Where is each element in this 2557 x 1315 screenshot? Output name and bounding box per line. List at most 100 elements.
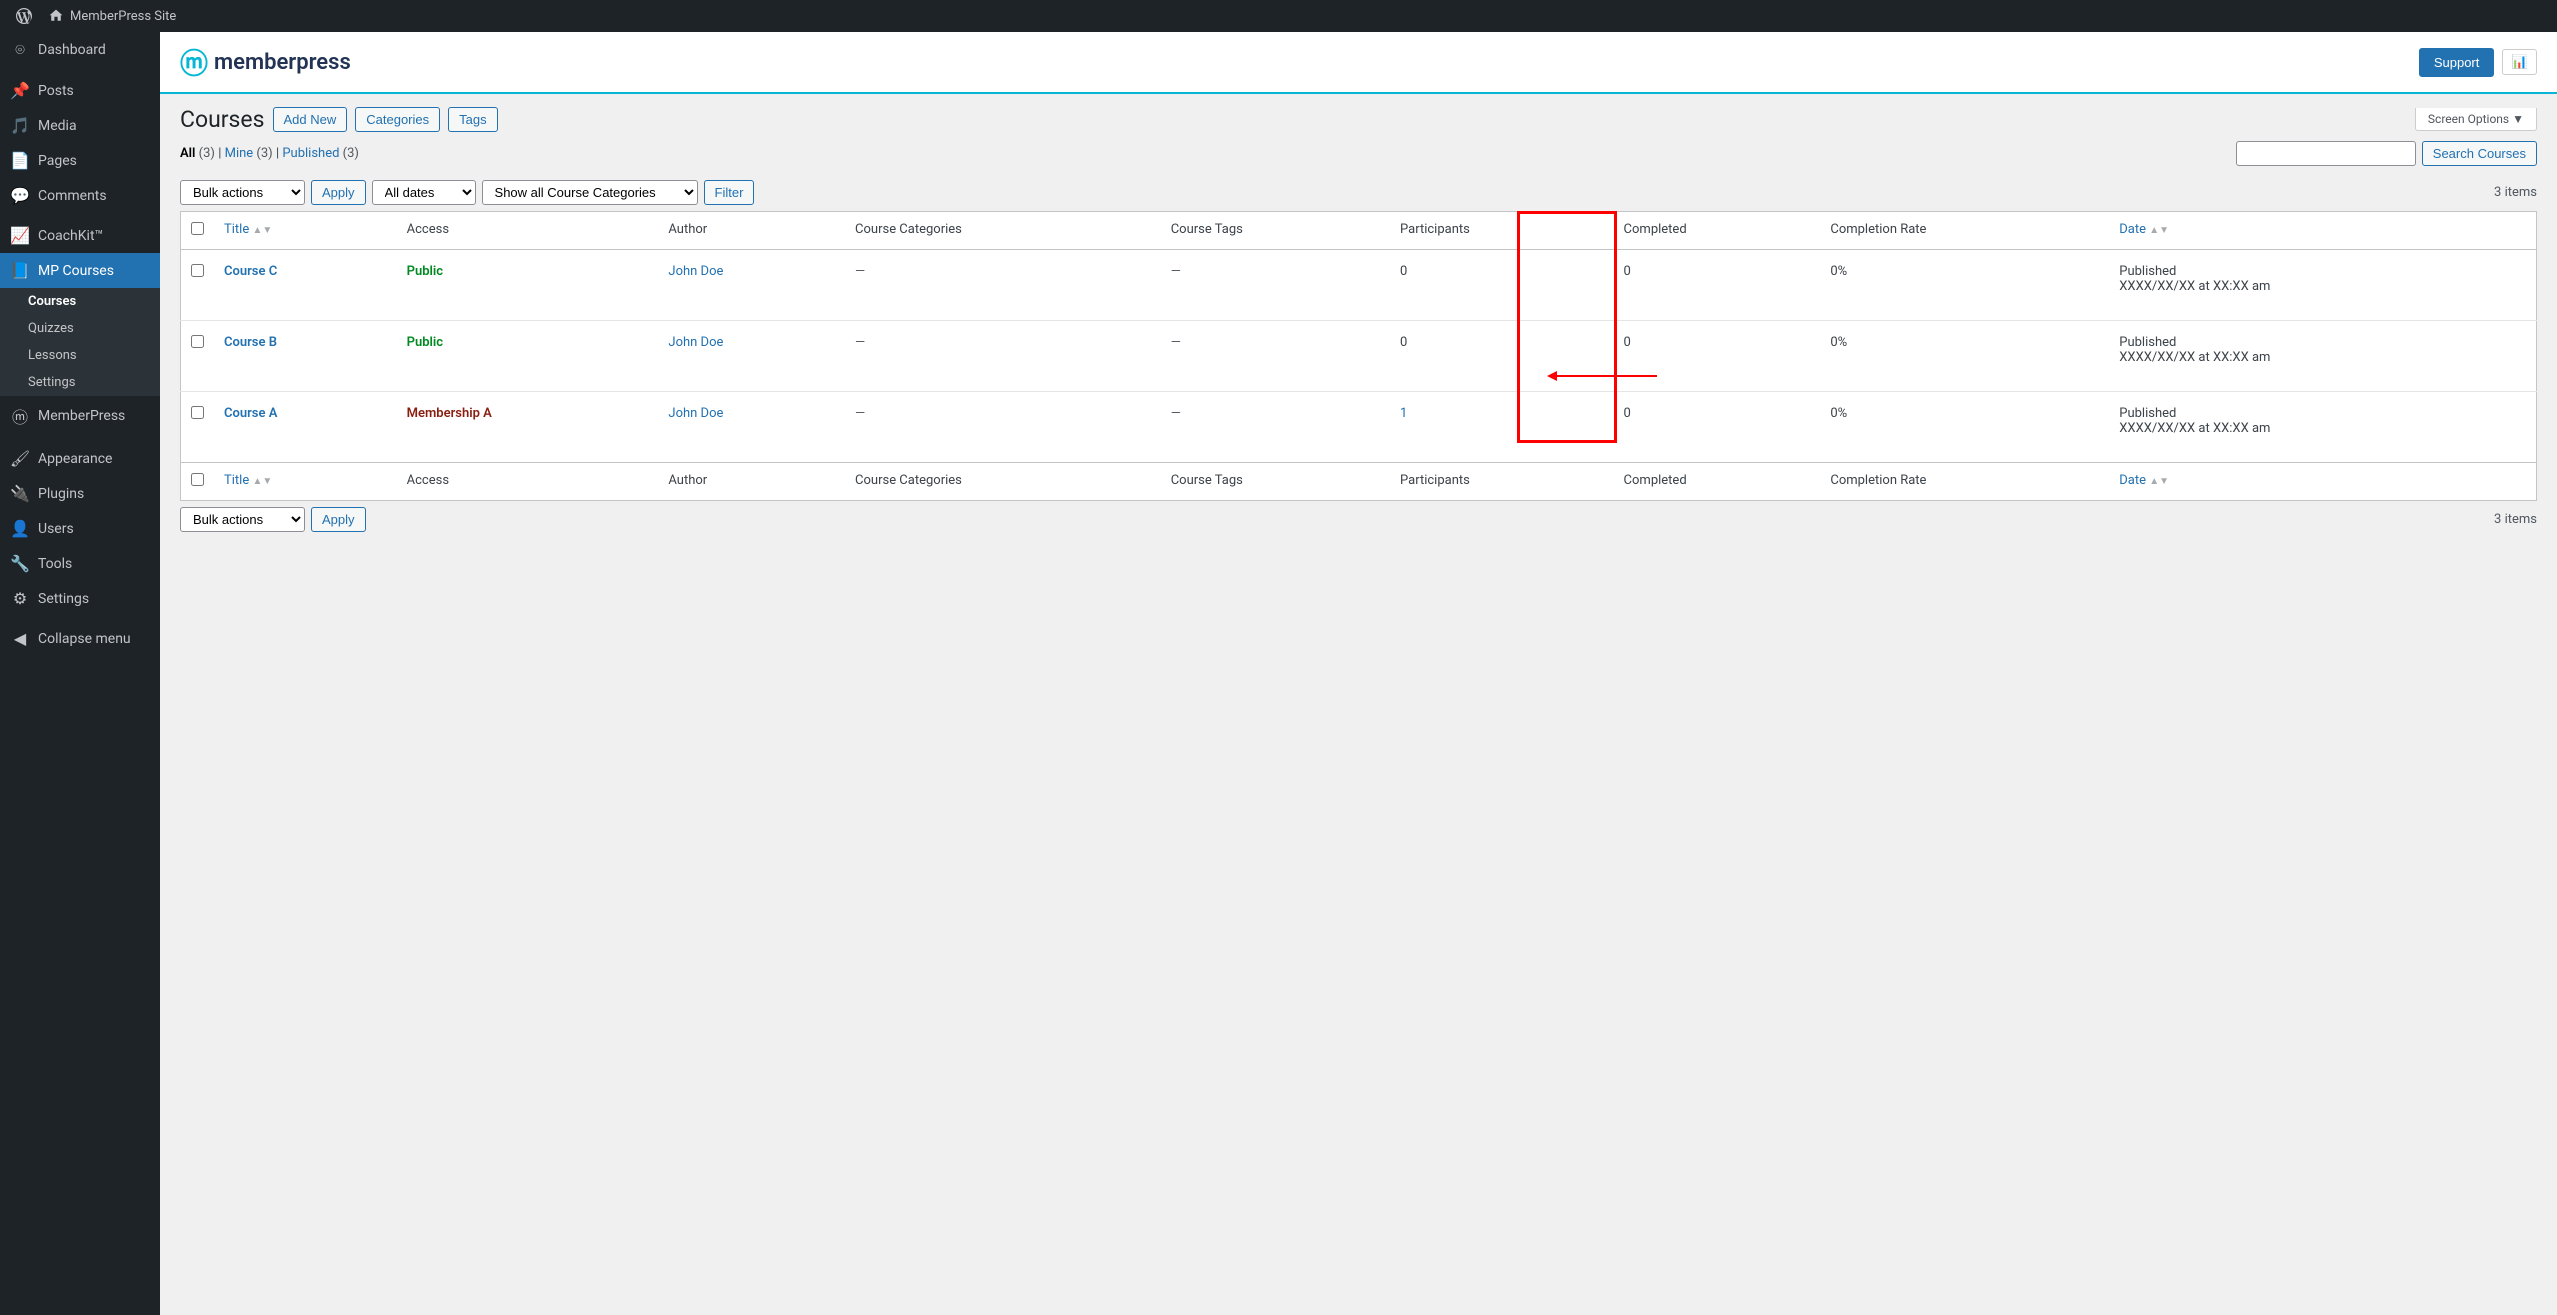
sidebar-item-coachkit[interactable]: 📈CoachKit™ [0,218,160,253]
author-link[interactable]: John Doe [668,335,723,350]
category-filter-select[interactable]: Show all Course Categories [482,180,698,205]
completion-rate-value: 0% [1830,406,1847,421]
wrench-icon: 🔧 [10,554,30,573]
filter-all[interactable]: All [180,146,195,161]
filter-mine[interactable]: Mine [225,146,254,161]
tags-value: — [1171,335,1181,350]
support-button[interactable]: Support [2419,48,2495,77]
row-checkbox[interactable] [191,264,204,277]
col-date[interactable]: Date ▲▼ [2109,212,2536,250]
sidebar-item-settings[interactable]: ⚙Settings [0,581,160,616]
mp-header: ⓜ memberpress Support 📊 [160,32,2557,94]
categories-button[interactable]: Categories [355,107,440,132]
page-title: Courses [180,106,265,133]
author-link[interactable]: John Doe [668,264,723,279]
sidebar-item-plugins[interactable]: 🔌Plugins [0,476,160,511]
col-author: Author [658,212,845,250]
sidebar-item-memberpress[interactable]: ⓜMemberPress [0,396,160,436]
book-icon: 📘 [10,261,30,280]
course-title-link[interactable]: Course A [224,406,277,421]
add-new-button[interactable]: Add New [273,107,348,132]
site-name: MemberPress Site [70,9,176,24]
memberpress-icon: ⓜ [10,404,30,428]
sidebar-item-users[interactable]: 👤Users [0,511,160,546]
date-filter-select[interactable]: All dates [372,180,476,205]
filter-published[interactable]: Published [282,146,339,161]
sort-icon: ▲▼ [2149,476,2169,487]
sort-icon: ▲▼ [252,476,272,487]
bulk-actions-select-bottom[interactable]: Bulk actions [180,507,305,532]
chevron-down-icon: ▼ [2512,112,2524,126]
select-all-bottom[interactable] [191,473,204,486]
mp-logo: ⓜ memberpress [180,42,351,82]
submenu-courses[interactable]: Courses [0,288,160,315]
dashboard-widget-button[interactable]: 📊 [2502,49,2537,75]
apply-bulk-button[interactable]: Apply [311,180,366,205]
select-all-top[interactable] [191,222,204,235]
row-checkbox[interactable] [191,335,204,348]
author-link[interactable]: John Doe [668,406,723,421]
datetime-value: XXXX/XX/XX at XX:XX am [2119,421,2270,436]
sidebar-submenu: Courses Quizzes Lessons Settings [0,288,160,396]
categories-value: — [855,335,865,350]
status-value: Published [2119,264,2176,279]
pin-icon: 📌 [10,81,30,100]
access-label: Public [407,335,443,350]
tags-value: — [1171,264,1181,279]
bulk-actions-select[interactable]: Bulk actions [180,180,305,205]
sidebar-item-pages[interactable]: 📄Pages [0,143,160,178]
collapse-icon: ◀ [10,629,30,648]
course-title-link[interactable]: Course C [224,264,277,279]
search-button[interactable]: Search Courses [2422,141,2537,166]
sort-icon: ▲▼ [2149,225,2169,236]
participants-link[interactable]: 1 [1400,406,1407,421]
col-completed: Completed [1614,212,1821,250]
row-checkbox[interactable] [191,406,204,419]
sidebar-item-mp-courses[interactable]: 📘MP Courses [0,253,160,288]
screen-options-tab[interactable]: Screen Options ▼ [2415,108,2537,131]
submenu-quizzes[interactable]: Quizzes [0,315,160,342]
courses-table: Title ▲▼ Access Author Course Categories… [180,211,2537,501]
items-count-top: 3 items [2494,185,2537,200]
submenu-lessons[interactable]: Lessons [0,342,160,369]
admin-sidebar: ⌾Dashboard 📌Posts 🎵Media 📄Pages 💬Comment… [0,32,160,1315]
sort-icon: ▲▼ [252,225,272,236]
comment-icon: 💬 [10,186,30,205]
col-categories: Course Categories [845,212,1161,250]
apply-bulk-button-bottom[interactable]: Apply [311,507,366,532]
mp-logo-text: memberpress [214,50,351,75]
sidebar-collapse[interactable]: ◀Collapse menu [0,621,160,656]
col-completion-rate: Completion Rate [1820,212,2109,250]
col-title[interactable]: Title ▲▼ [214,212,397,250]
sidebar-item-appearance[interactable]: 🖌Appearance [0,441,160,476]
categories-value: — [855,406,865,421]
sidebar-item-posts[interactable]: 📌Posts [0,73,160,108]
search-input[interactable] [2236,141,2416,166]
course-title-link[interactable]: Course B [224,335,277,350]
filter-button[interactable]: Filter [704,180,755,205]
wordpress-icon [16,8,32,24]
submenu-settings[interactable]: Settings [0,369,160,396]
completed-value: 0 [1624,335,1631,350]
col-participants: Participants [1390,212,1614,250]
content-area: ⓜ memberpress Support 📊 Courses Add New … [160,32,2557,1315]
participants-value: 0 [1400,335,1407,350]
col-title-foot[interactable]: Title ▲▼ [214,463,397,501]
site-home-link[interactable]: MemberPress Site [40,0,184,32]
admin-bar: MemberPress Site [0,0,2557,32]
completion-rate-value: 0% [1830,335,1847,350]
tags-button[interactable]: Tags [448,107,497,132]
sidebar-item-dashboard[interactable]: ⌾Dashboard [0,32,160,68]
sidebar-item-tools[interactable]: 🔧Tools [0,546,160,581]
table-row: Course A Membership A John Doe — — 1 0 0… [181,392,2537,463]
items-count-bottom: 3 items [2494,512,2537,527]
status-value: Published [2119,406,2176,421]
brush-icon: 🖌 [10,449,30,468]
col-date-foot[interactable]: Date ▲▼ [2109,463,2536,501]
sidebar-item-media[interactable]: 🎵Media [0,108,160,143]
wp-logo[interactable] [8,0,40,32]
completion-rate-value: 0% [1830,264,1847,279]
table-row: Course B Public John Doe — — 0 0 0% Publ… [181,321,2537,392]
sidebar-item-comments[interactable]: 💬Comments [0,178,160,213]
user-icon: 👤 [10,519,30,538]
